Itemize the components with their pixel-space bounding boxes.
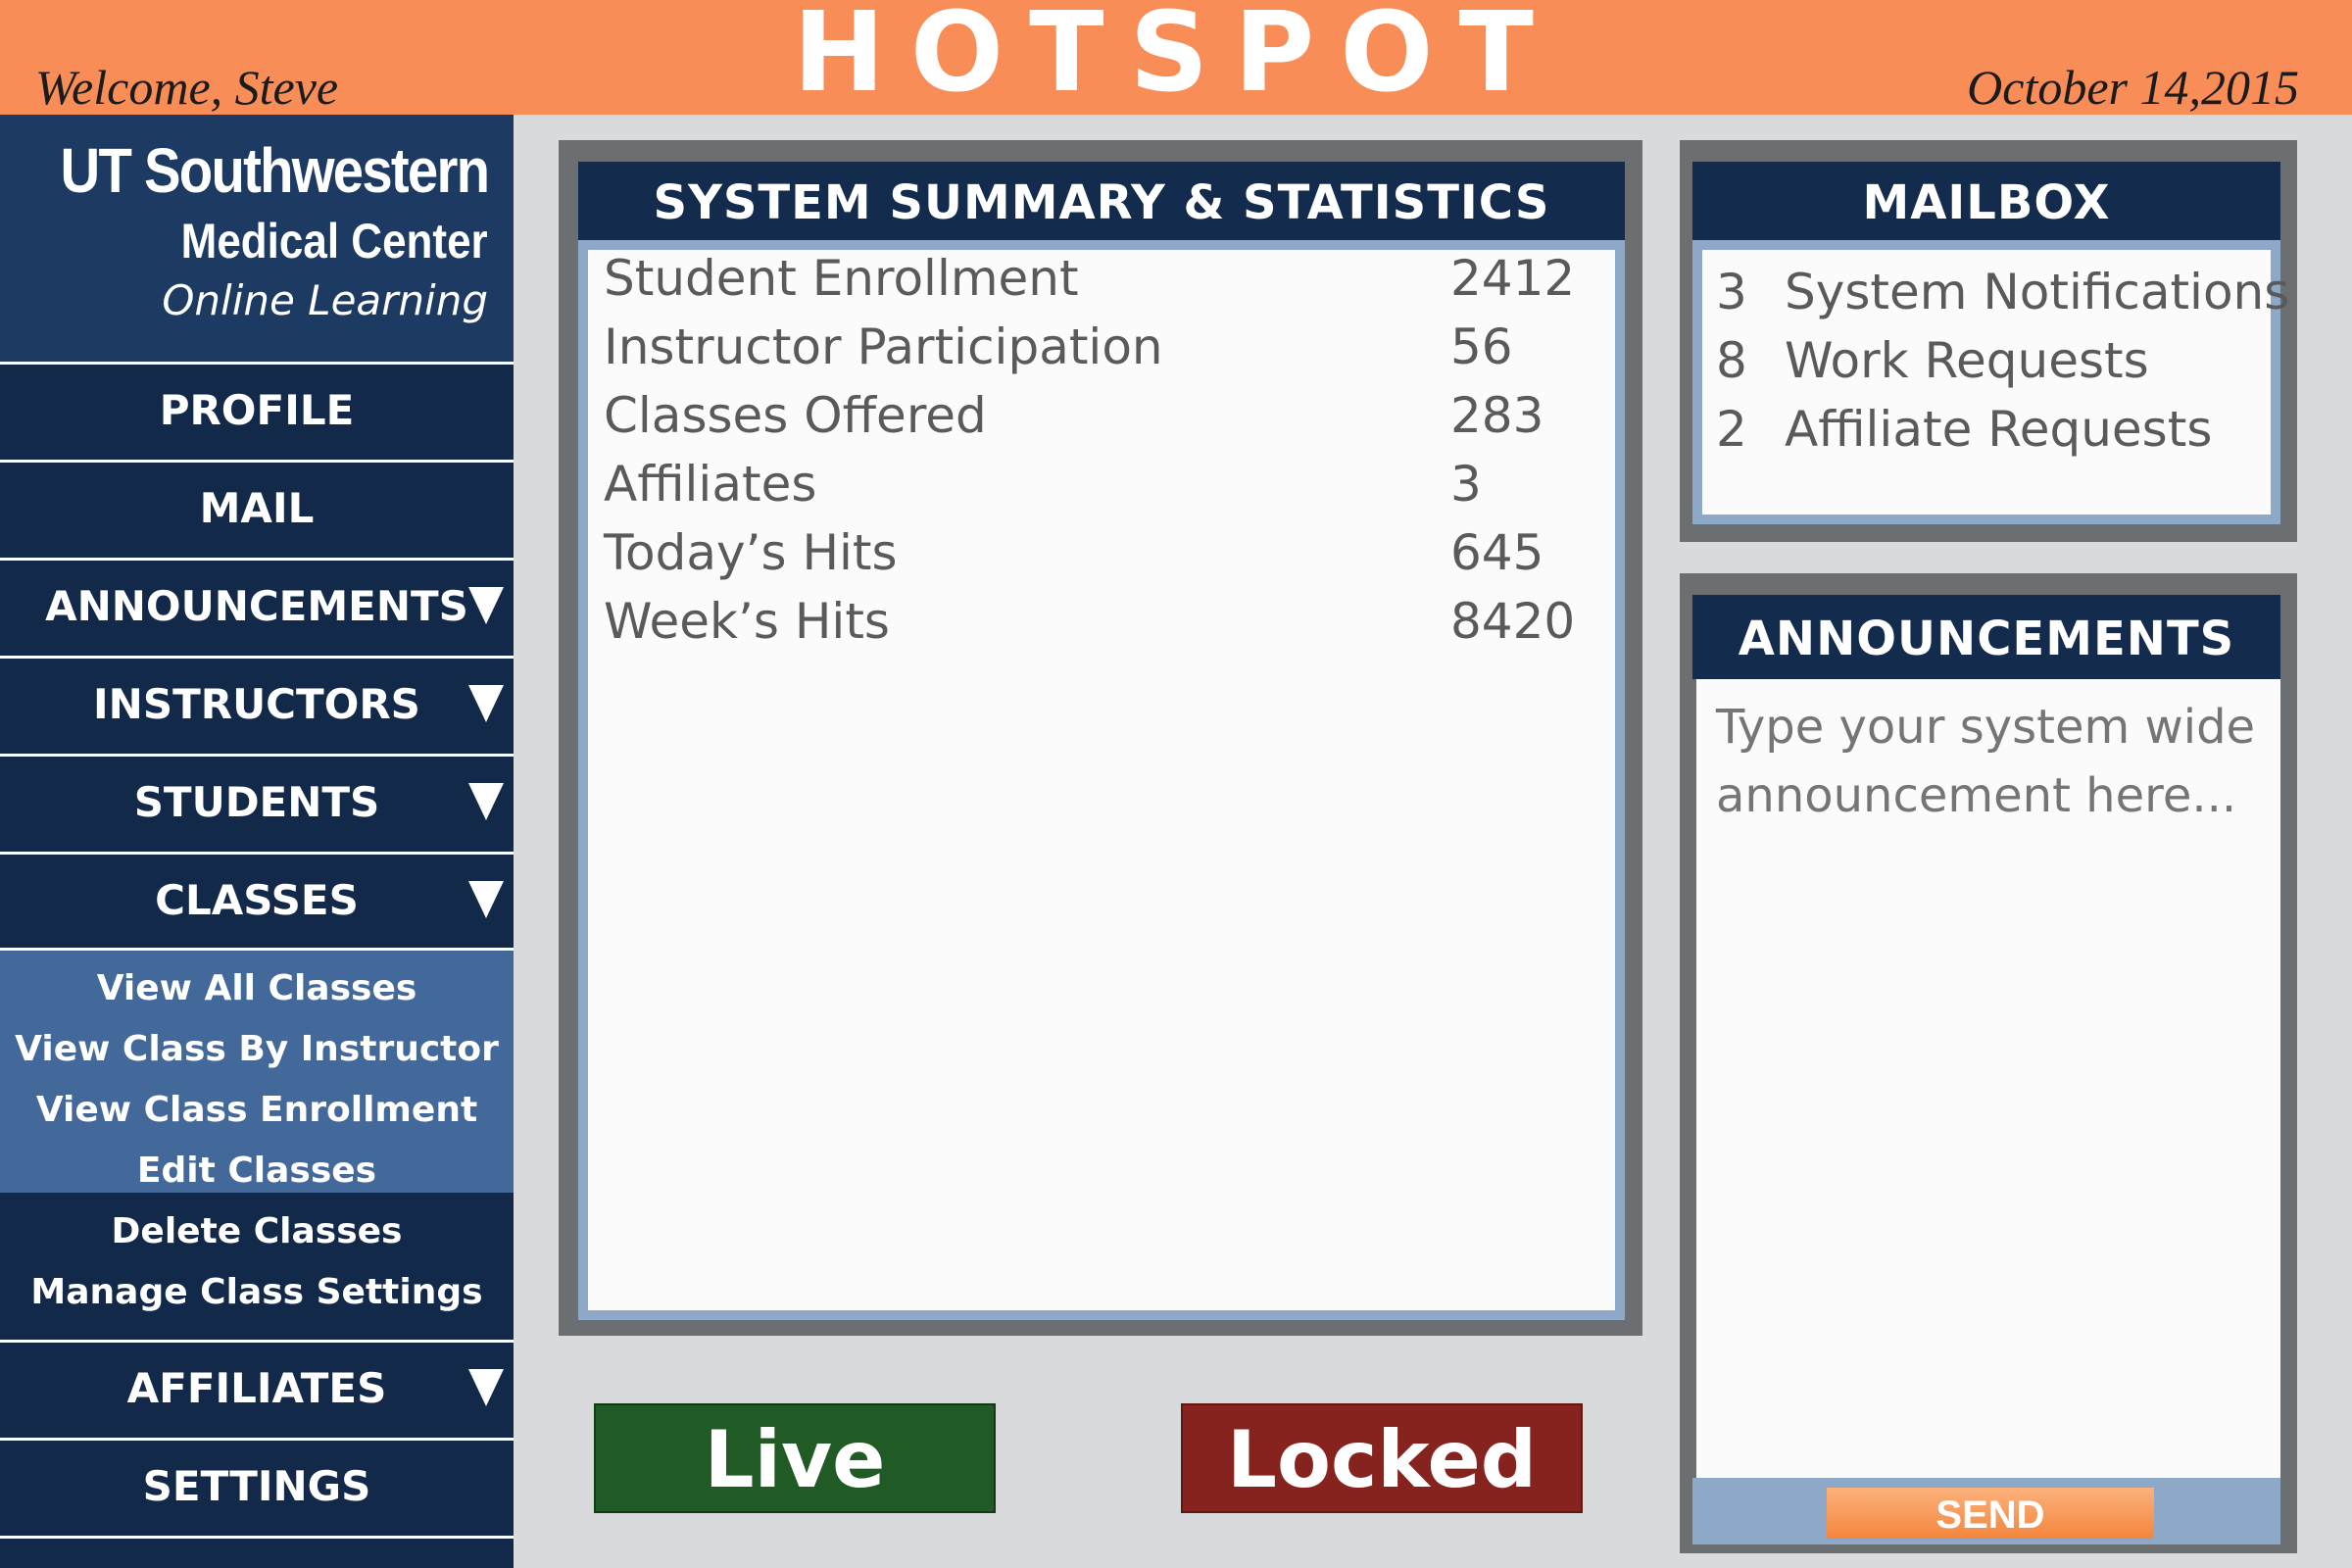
mailbox-title: MAILBOX	[1692, 162, 2280, 240]
mailbox-count: 8	[1716, 332, 1747, 389]
submenu-view-all-classes[interactable]: View All Classes	[0, 958, 514, 1019]
mailbox-count: 2	[1716, 401, 1747, 458]
triangle-down-icon	[468, 782, 504, 820]
stat-row: Today’s Hits 645	[604, 524, 1603, 593]
sidebar-item-label: PROFILE	[159, 386, 355, 434]
submenu-view-class-by-instructor[interactable]: View Class By Instructor	[0, 1019, 514, 1080]
stat-value: 8420	[1450, 593, 1576, 650]
sidebar-item-announcements[interactable]: ANNOUNCEMENTS	[0, 558, 514, 652]
mailbox-body: 3 System Notifications 8 Work Requests 2…	[1692, 240, 2289, 524]
logo-line-1: UT Southwestern	[60, 135, 489, 206]
sidebar-item-label: ANNOUNCEMENTS	[45, 582, 468, 630]
sidebar-item-settings[interactable]: SETTINGS	[0, 1438, 514, 1532]
stat-value: 56	[1450, 318, 1513, 375]
stat-label: Classes Offered	[604, 387, 987, 444]
stat-label: Week’s Hits	[604, 593, 890, 650]
mailbox-label: System Notifications	[1785, 264, 2290, 320]
sidebar-item-label: AFFILIATES	[126, 1364, 387, 1412]
logo-line-3: Online Learning	[162, 276, 488, 324]
submenu-delete-classes[interactable]: Delete Classes	[0, 1201, 514, 1262]
stats-panel-title: SYSTEM SUMMARY & STATISTICS	[578, 162, 1625, 240]
mailbox-count: 3	[1716, 264, 1747, 320]
stat-value: 283	[1450, 387, 1544, 444]
live-button[interactable]: Live	[594, 1403, 996, 1513]
stat-row: Week’s Hits 8420	[604, 593, 1603, 662]
stat-row: Instructor Participation 56	[604, 318, 1603, 387]
sidebar-item-affiliates[interactable]: AFFILIATES	[0, 1340, 514, 1434]
submenu-view-class-enrollment[interactable]: View Class Enrollment	[0, 1080, 514, 1141]
sidebar-item-label: INSTRUCTORS	[93, 680, 420, 728]
announcement-input[interactable]	[1696, 679, 2280, 1478]
university-logo[interactable]: UT Southwestern Medical Center Online Le…	[0, 115, 514, 362]
date-text: October 14,2015	[1967, 60, 2299, 115]
stat-row: Affiliates 3	[604, 456, 1603, 524]
sidebar-item-students[interactable]: STUDENTS	[0, 754, 514, 848]
sidebar-item-label: STUDENTS	[133, 778, 380, 826]
sidebar: UT Southwestern Medical Center Online Le…	[0, 115, 514, 1568]
stats-panel-body: Student Enrollment 2412 Instructor Parti…	[578, 240, 1625, 1320]
stat-label: Affiliates	[604, 456, 817, 513]
top-bar: Welcome, Steve HOTSPOT October 14,2015	[0, 0, 2352, 115]
sidebar-item-label: MAIL	[199, 484, 315, 532]
mailbox-label: Affiliate Requests	[1785, 401, 2213, 458]
mailbox-label: Work Requests	[1785, 332, 2149, 389]
sidebar-item-instructors[interactable]: INSTRUCTORS	[0, 656, 514, 750]
submenu-manage-class-settings[interactable]: Manage Class Settings	[0, 1262, 514, 1323]
sidebar-item-profile[interactable]: PROFILE	[0, 362, 514, 456]
announcements-title: ANNOUNCEMENTS	[1692, 595, 2280, 679]
sidebar-item-label: CLASSES	[155, 876, 359, 924]
sidebar-item-mail[interactable]: MAIL	[0, 460, 514, 554]
triangle-down-icon	[468, 586, 504, 624]
stat-value: 645	[1450, 524, 1544, 581]
logo-line-2: Medical Center	[181, 214, 488, 269]
submenu-edit-classes[interactable]: Edit Classes	[0, 1141, 514, 1201]
sidebar-item-label: SETTINGS	[142, 1462, 371, 1510]
classes-submenu: View All Classes View Class By Instructo…	[0, 948, 514, 1312]
stat-label: Student Enrollment	[604, 250, 1079, 307]
send-button[interactable]: SEND	[1827, 1488, 2154, 1539]
locked-button[interactable]: Locked	[1181, 1403, 1583, 1513]
triangle-down-icon	[468, 1368, 504, 1406]
triangle-down-icon	[468, 880, 504, 918]
stat-row: Classes Offered 283	[604, 387, 1603, 456]
stat-row: Student Enrollment 2412	[604, 250, 1603, 318]
sidebar-item-more	[0, 1536, 514, 1568]
triangle-down-icon	[468, 684, 504, 722]
sidebar-item-classes[interactable]: CLASSES	[0, 852, 514, 946]
stat-label: Today’s Hits	[604, 524, 898, 581]
stat-label: Instructor Participation	[604, 318, 1163, 375]
stat-value: 2412	[1450, 250, 1576, 307]
stat-value: 3	[1450, 456, 1482, 513]
